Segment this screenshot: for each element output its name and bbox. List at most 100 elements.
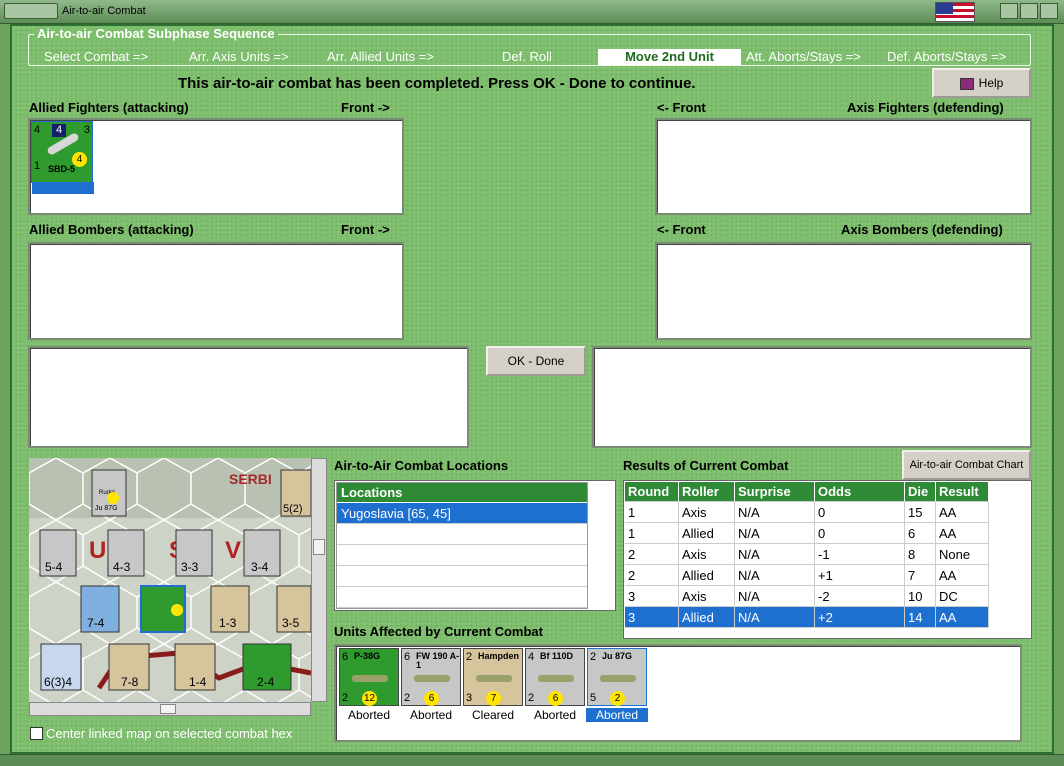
- plane-icon: [352, 675, 388, 682]
- affected-unit-counter[interactable]: 2 Ju 87G 2 5: [587, 648, 647, 706]
- maximize-button[interactable]: [1020, 3, 1038, 19]
- map-counter-8[interactable]: 6(3)4: [40, 643, 82, 691]
- map-counter-selected-fighter[interactable]: [140, 585, 186, 633]
- affected-unit-counter[interactable]: 4 Bf 110D 6 2: [525, 648, 585, 706]
- results-cell: 10: [905, 586, 936, 607]
- status-bar: [0, 754, 1064, 766]
- axis-message-box: [592, 346, 1032, 448]
- results-cell: AA: [936, 565, 989, 586]
- axis-fighters-front-label: <- Front: [657, 100, 706, 115]
- svg-text:3-5: 3-5: [282, 616, 300, 630]
- axis-bombers-front-label: <- Front: [657, 222, 706, 237]
- counter-top-left-value: 6: [404, 651, 411, 663]
- ok-done-button[interactable]: OK - Done: [486, 346, 586, 376]
- allied-fighter-counter[interactable]: 4 4 3 4 1 SBD-5: [31, 121, 94, 194]
- counter-strength-circle: 12: [362, 691, 377, 706]
- results-col-header: Die: [905, 482, 936, 502]
- results-cell: -1: [815, 544, 905, 565]
- results-cell: 14: [905, 607, 936, 628]
- air-combat-chart-button[interactable]: Air-to-air Combat Chart: [902, 450, 1031, 480]
- counter-top-left-value: 2: [590, 651, 597, 663]
- map-label-u: U: [89, 537, 106, 564]
- map-vertical-scroll-thumb[interactable]: [313, 539, 325, 555]
- results-cell: 1: [625, 502, 679, 523]
- results-cell: 0: [815, 502, 905, 523]
- axis-fighters-label: Axis Fighters (defending): [847, 100, 1004, 115]
- status-message: This air-to-air combat has been complete…: [178, 75, 696, 92]
- window-title: Air-to-air Combat: [62, 5, 146, 17]
- results-cell: N/A: [735, 544, 815, 565]
- svg-text:1-4: 1-4: [189, 675, 207, 689]
- svg-text:3-4: 3-4: [251, 560, 269, 574]
- location-item[interactable]: Yugoslavia [65, 45]: [337, 503, 587, 524]
- map-counter-ju87g[interactable]: Ju 87G Rudel: [91, 469, 127, 517]
- help-button[interactable]: Help: [932, 68, 1031, 98]
- map-label-v: V: [225, 537, 241, 564]
- counter-bottom-left-value: 2: [404, 692, 411, 704]
- allied-bombers-panel[interactable]: [28, 242, 404, 340]
- phase-step-def-roll: Def. Roll: [502, 49, 552, 64]
- locations-header: Locations: [337, 483, 587, 503]
- counter-unit-name: Hampden: [478, 651, 520, 661]
- svg-text:6(3)4: 6(3)4: [44, 675, 72, 689]
- affected-unit-counter[interactable]: 6 P-38G 12 2: [339, 648, 399, 706]
- results-label: Results of Current Combat: [623, 458, 789, 473]
- plane-icon: [600, 675, 636, 682]
- locations-list[interactable]: Locations Yugoslavia [65, 45]: [334, 480, 616, 611]
- axis-bombers-panel[interactable]: [655, 242, 1032, 340]
- map-counter-7[interactable]: 3-5: [276, 585, 311, 633]
- map-counter-3[interactable]: 3-3: [175, 529, 213, 577]
- close-button[interactable]: [1040, 3, 1058, 19]
- map-counter-9[interactable]: 7-8: [108, 643, 150, 691]
- phase-sequence-title: Air-to-air Combat Subphase Sequence: [34, 26, 278, 41]
- counter-strength-circle: 6: [548, 691, 563, 706]
- allied-bombers-front-label: Front ->: [341, 222, 390, 237]
- counter-top-left-value: 4: [528, 651, 535, 663]
- allied-bombers-label: Allied Bombers (attacking): [29, 222, 194, 237]
- svg-text:5-4: 5-4: [45, 560, 63, 574]
- plane-icon: [414, 675, 450, 682]
- center-map-checkbox[interactable]: [30, 727, 43, 740]
- svg-text:2-4: 2-4: [257, 675, 275, 689]
- results-cell: 2: [625, 544, 679, 565]
- counter-bottom-left-value: 5: [590, 692, 597, 704]
- minimize-button[interactable]: [1000, 3, 1018, 19]
- results-cell: 6: [905, 523, 936, 544]
- map-counter-5[interactable]: 7-4: [80, 585, 120, 633]
- allied-fighters-panel[interactable]: 4 4 3 4 1 SBD-5: [28, 118, 404, 215]
- counter-unit-name: P-38G: [354, 651, 381, 661]
- results-cell: +1: [815, 565, 905, 586]
- results-table[interactable]: Round Roller Surprise Odds Die Result 1A…: [623, 480, 1032, 639]
- results-cell: Axis: [679, 544, 735, 565]
- map-horizontal-scrollbar[interactable]: [29, 702, 311, 716]
- linked-map[interactable]: SERBI U S V Ju 87G Rudel 5-4 4-3 3-3 3-4…: [29, 458, 311, 702]
- map-counter-4[interactable]: 3-4: [243, 529, 281, 577]
- affected-unit-status: Aborted: [347, 708, 391, 722]
- counter-strength-circle: 2: [610, 691, 625, 706]
- plane-icon: [538, 675, 574, 682]
- axis-bombers-label: Axis Bombers (defending): [841, 222, 1003, 237]
- counter-bottom-left-value: 2: [528, 692, 535, 704]
- map-counter-2[interactable]: 4-3: [107, 529, 145, 577]
- map-counter-10[interactable]: 1-4: [174, 643, 216, 691]
- axis-fighters-panel[interactable]: [655, 118, 1032, 215]
- svg-text:Ju 87G: Ju 87G: [95, 505, 118, 512]
- location-empty-row: [337, 545, 587, 566]
- map-counter-1[interactable]: 5-4: [39, 529, 77, 577]
- svg-text:4-3: 4-3: [113, 560, 131, 574]
- counter-strength-circle: 7: [486, 691, 501, 706]
- affected-unit-counter[interactable]: 6 FW 190 A-1 6 2: [401, 648, 461, 706]
- results-cell: Axis: [679, 586, 735, 607]
- map-horizontal-scroll-thumb[interactable]: [160, 704, 176, 714]
- map-vertical-scrollbar[interactable]: [311, 458, 327, 702]
- affected-unit-counter[interactable]: 2 Hampden 7 3: [463, 648, 523, 706]
- phase-step-select-combat: Select Combat =>: [44, 49, 149, 64]
- counter-unit-name: Ju 87G: [602, 651, 633, 661]
- svg-text:7-8: 7-8: [121, 675, 139, 689]
- window-menu-button[interactable]: [4, 3, 58, 19]
- map-svg: SERBI U S V Ju 87G Rudel 5-4 4-3 3-3 3-4…: [29, 458, 311, 702]
- map-counter-11[interactable]: 2-4: [242, 643, 292, 691]
- counter-top-left-value: 2: [466, 651, 473, 663]
- map-counter-6[interactable]: 1-3: [210, 585, 250, 633]
- map-counter-12[interactable]: 5(2): [280, 469, 311, 517]
